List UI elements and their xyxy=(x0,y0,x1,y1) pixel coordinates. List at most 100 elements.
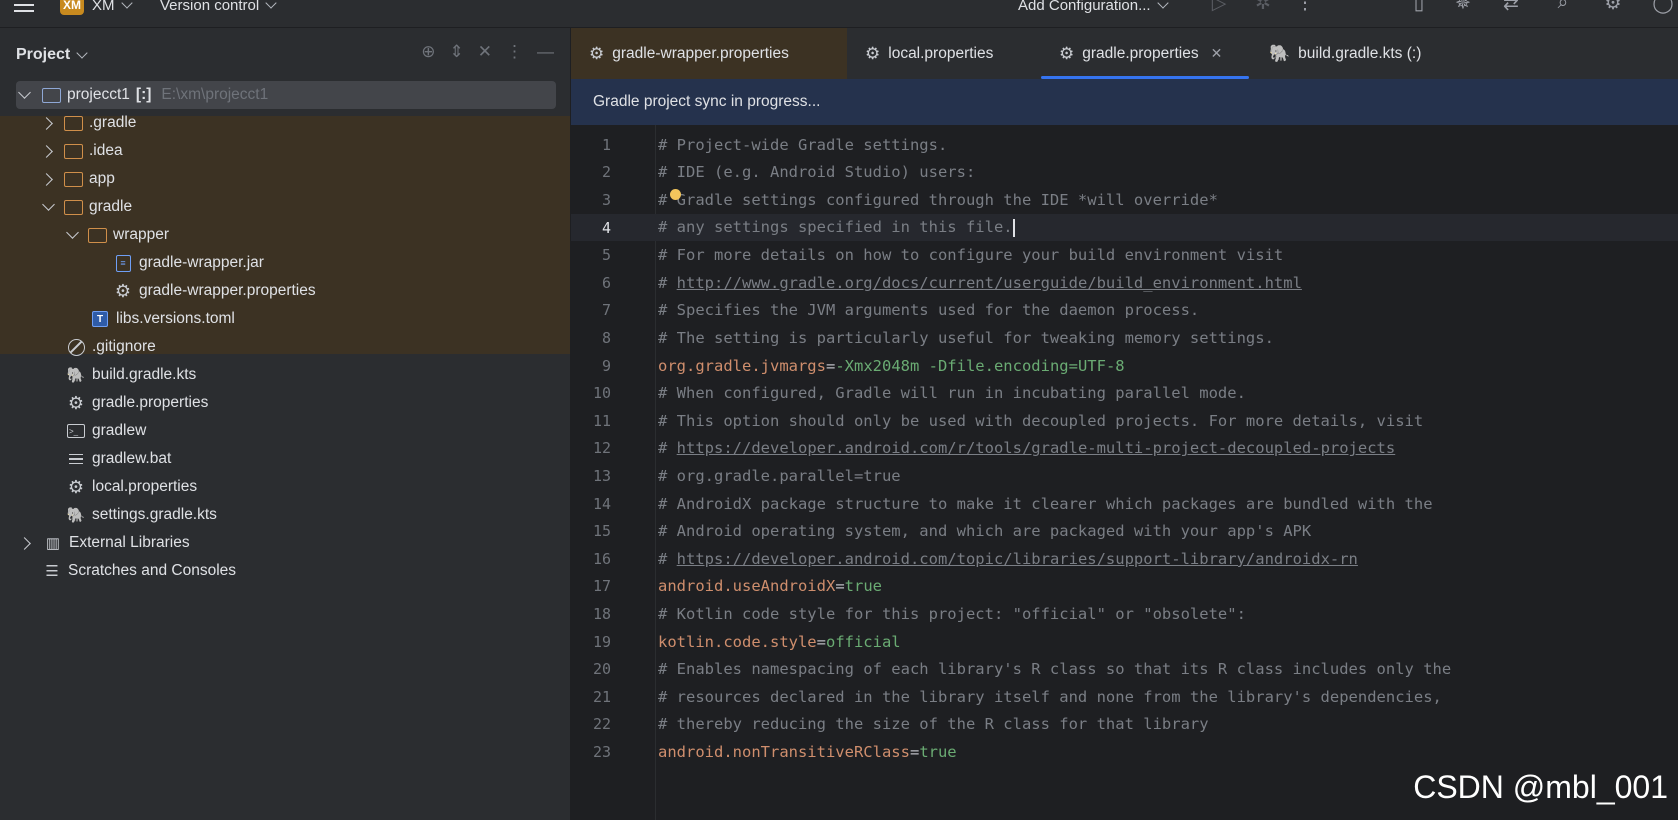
code-text: # resources declared in the library itse… xyxy=(658,688,1442,706)
version-control-label: Version control xyxy=(160,0,260,14)
code-text: # AndroidX package structure to make it … xyxy=(658,495,1433,513)
project-switcher[interactable]: XM XM xyxy=(60,0,133,16)
tree-item-local-properties[interactable]: ⚙ local.properties xyxy=(0,473,570,501)
intention-bulb-icon[interactable] xyxy=(670,188,681,200)
tree-item-wrapper[interactable]: wrapper xyxy=(0,221,570,249)
comment-text: # Enables namespacing of each library's … xyxy=(658,660,1452,679)
property-key: android.useAndroidX xyxy=(658,577,836,596)
tree-item-label: gradle-wrapper.jar xyxy=(139,254,264,271)
tree-item-gradlew-bat[interactable]: gradlew.bat xyxy=(0,445,570,473)
expand-arrow-icon[interactable] xyxy=(66,226,79,239)
tree-item-settings-gradle-kts[interactable]: 🐘 settings.gradle.kts xyxy=(0,501,570,529)
more-actions-icon[interactable]: ⋮ xyxy=(1294,0,1316,14)
tree-item-gradle-dir[interactable]: .gradle xyxy=(0,109,570,137)
code-line[interactable]: 16 # https://developer.android.com/topic/… xyxy=(571,545,1678,573)
comment-link[interactable]: https://developer.android.com/topic/libr… xyxy=(677,550,1358,568)
comment-link[interactable]: http://www.gradle.org/docs/current/userg… xyxy=(677,274,1302,292)
code-line[interactable]: 12 # https://developer.android.com/r/tool… xyxy=(571,435,1678,463)
code-line[interactable]: 1 # Project-wide Gradle settings. xyxy=(571,131,1678,159)
device-manager-icon[interactable]: ▯ xyxy=(1408,0,1430,14)
tree-item-idea[interactable]: .idea xyxy=(0,137,570,165)
code-line[interactable]: 18 # Kotlin code style for this project: … xyxy=(571,600,1678,628)
chevron-down-icon xyxy=(76,46,88,59)
tree-item-gradle[interactable]: gradle xyxy=(0,193,570,221)
code-line[interactable]: 9 org.gradle.jvmargs=-Xmx2048m -Dfile.enc… xyxy=(571,352,1678,380)
code-line[interactable]: 21 # resources declared in the library it… xyxy=(571,683,1678,711)
tab-build-gradle-kts[interactable]: 🐘 build.gradle.kts (:) xyxy=(1251,28,1451,79)
code-text: # https://developer.android.com/r/tools/… xyxy=(658,439,1395,457)
main-menu-icon[interactable] xyxy=(14,0,34,16)
code-line[interactable]: 11 # This option should only be used with… xyxy=(571,407,1678,435)
tree-item-gradle-wrapper-properties[interactable]: ⚙ gradle-wrapper.properties xyxy=(0,277,570,305)
tree-item-scratches[interactable]: ☰ Scratches and Consoles xyxy=(0,557,570,585)
tree-item-gradle-properties[interactable]: ⚙ gradle.properties xyxy=(0,389,570,417)
collapse-all-icon[interactable]: ✕ xyxy=(478,42,492,62)
project-badge: XM xyxy=(60,0,84,15)
tree-item-gitignore[interactable]: .gitignore xyxy=(0,333,570,361)
project-name: XM xyxy=(92,0,115,14)
tab-local-properties[interactable]: ⚙ local.properties xyxy=(847,28,1039,79)
code-line[interactable]: 5 # For more details on how to configure … xyxy=(571,241,1678,269)
tree-item-gradlew[interactable]: >_ gradlew xyxy=(0,417,570,445)
tree-item-libs-versions-toml[interactable]: T libs.versions.toml xyxy=(0,305,570,333)
tab-gradle-wrapper-properties[interactable]: ⚙ gradle-wrapper.properties xyxy=(571,28,847,79)
code-line[interactable]: 23 android.nonTransitiveRClass=true xyxy=(571,738,1678,766)
code-line[interactable]: 4 # any settings specified in this file. xyxy=(571,213,1678,242)
code-line[interactable]: 8 # The setting is particularly useful fo… xyxy=(571,324,1678,352)
property-key: org.gradle.jvmargs xyxy=(658,356,826,375)
comment-link[interactable]: https://developer.android.com/r/tools/gr… xyxy=(677,439,1396,457)
equals-sign: = xyxy=(909,742,920,761)
code-line[interactable]: 20 # Enables namespacing of each library'… xyxy=(571,655,1678,683)
code-line[interactable]: 14 # AndroidX package structure to make i… xyxy=(571,490,1678,518)
project-view-selector[interactable]: Project xyxy=(16,46,88,64)
code-line[interactable]: 7 # Specifies the JVM arguments used for … xyxy=(571,297,1678,325)
code-line[interactable]: 19 kotlin.code.style=official xyxy=(571,628,1678,656)
expand-arrow-icon[interactable] xyxy=(40,144,53,158)
gradle-tasks-icon[interactable]: ⇄ xyxy=(1500,0,1522,14)
equals-sign: = xyxy=(816,632,826,651)
sync-gradle-icon[interactable]: ✵ xyxy=(1452,0,1474,14)
line-number: 22 xyxy=(592,715,611,734)
expand-arrow-icon[interactable] xyxy=(18,536,31,550)
code-line[interactable]: 17 android.useAndroidX=true xyxy=(571,573,1678,601)
version-control-menu[interactable]: Version control xyxy=(160,0,277,16)
line-number: 5 xyxy=(601,246,611,265)
options-icon[interactable]: ⋮ xyxy=(506,42,523,62)
line-number: 9 xyxy=(601,356,611,375)
tree-item-label: External Libraries xyxy=(69,534,190,551)
code-editor[interactable]: 1 # Project-wide Gradle settings. 2 # IDE (… xyxy=(571,125,1678,820)
tab-gradle-properties[interactable]: ⚙ gradle.properties ✕ xyxy=(1041,28,1249,79)
properties-gear-icon: ⚙ xyxy=(865,43,881,63)
tree-item-build-gradle-kts[interactable]: 🐘 build.gradle.kts xyxy=(0,361,570,389)
run-configuration-selector[interactable]: Add Configuration... xyxy=(1018,0,1169,16)
comment-text: # IDE (e.g. Android Studio) users: xyxy=(658,163,976,182)
tree-item-root[interactable]: projecct1 [:] E:\xm\projecct1 xyxy=(0,81,570,109)
code-line[interactable]: 22 # thereby reducing the size of the R c… xyxy=(571,711,1678,739)
tree-item-external-libraries[interactable]: ▥ External Libraries xyxy=(0,529,570,557)
expand-arrow-icon[interactable] xyxy=(42,198,55,211)
account-icon[interactable]: ◯ xyxy=(1652,0,1674,14)
code-line[interactable]: 3 # Gradle settings configured through th… xyxy=(571,186,1678,214)
code-line[interactable]: 6 # http://www.gradle.org/docs/current/us… xyxy=(571,269,1678,297)
run-icon[interactable]: ▷ xyxy=(1208,0,1230,14)
expand-arrow-icon[interactable] xyxy=(40,172,53,186)
code-line[interactable]: 15 # Android operating system, and which … xyxy=(571,517,1678,545)
code-line[interactable]: 2 # IDE (e.g. Android Studio) users: xyxy=(571,159,1678,187)
expand-all-icon[interactable]: ⇕ xyxy=(450,42,464,62)
locate-file-icon[interactable]: ⊕ xyxy=(421,42,435,62)
folder-icon xyxy=(63,113,83,133)
code-line[interactable]: 13 # org.gradle.parallel=true xyxy=(571,462,1678,490)
code-line[interactable]: 10 # When configured, Gradle will run in … xyxy=(571,379,1678,407)
search-icon[interactable]: ⌕ xyxy=(1552,0,1574,14)
close-icon[interactable]: ✕ xyxy=(1211,45,1223,62)
hide-icon[interactable]: — xyxy=(537,42,554,62)
tree-item-gradle-wrapper-jar[interactable]: ≡ gradle-wrapper.jar xyxy=(0,249,570,277)
tree-item-label: wrapper xyxy=(113,226,169,243)
expand-arrow-icon[interactable] xyxy=(40,116,53,130)
debug-icon[interactable]: ✲ xyxy=(1252,0,1274,14)
tree-item-app[interactable]: app xyxy=(0,165,570,193)
properties-gear-icon: ⚙ xyxy=(67,476,85,497)
settings-gear-icon[interactable]: ⚙ xyxy=(1602,0,1624,14)
line-number: 7 xyxy=(601,301,611,320)
tree-item-label: .gitignore xyxy=(92,338,156,355)
